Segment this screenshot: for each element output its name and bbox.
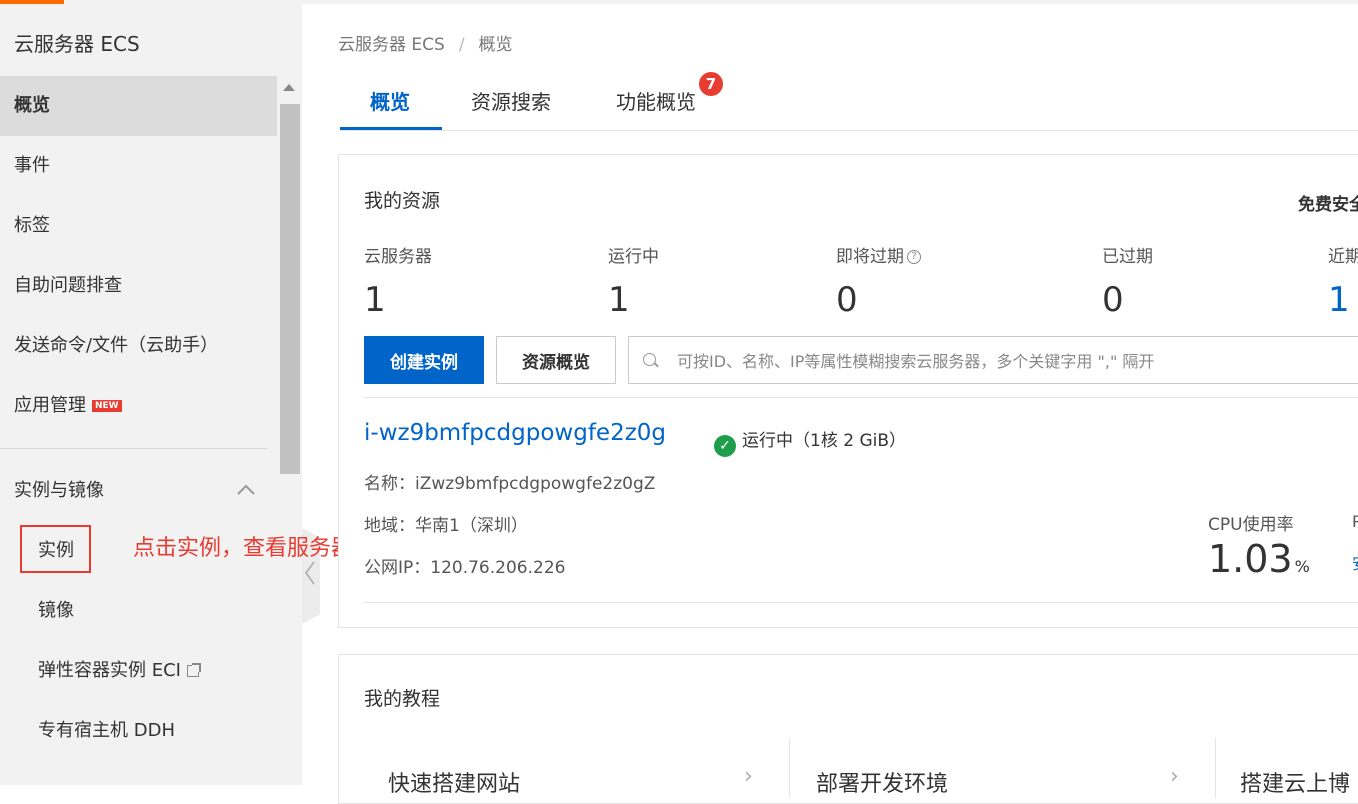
- resource-overview-button[interactable]: 资源概览: [496, 336, 616, 384]
- tutorial-dev-environment[interactable]: 部署开发环境: [816, 766, 948, 798]
- cpu-usage-label: CPU使用率: [1208, 515, 1294, 535]
- instance-status-text: 运行中（1核 2 GiB）: [742, 431, 906, 451]
- instance-public-ip: 公网IP：120.76.206.226: [364, 558, 566, 578]
- sidebar-item-label: 镜像: [38, 600, 74, 621]
- stat-label-expired: 已过期: [1102, 247, 1153, 267]
- stat-value-running[interactable]: 1: [608, 280, 630, 320]
- stat-value-expiring[interactable]: 0: [836, 280, 858, 320]
- tutorial-cloud-blog[interactable]: 搭建云上博: [1240, 766, 1350, 798]
- create-instance-button[interactable]: 创建实例: [364, 336, 484, 384]
- sidebar-item-label: 弹性容器实例 ECI: [38, 660, 181, 681]
- sidebar-item-app-management[interactable]: 应用管理 NEW: [0, 376, 277, 436]
- sidebar-item-images[interactable]: 镜像: [0, 581, 277, 641]
- instance-region: 地域：华南1（深圳）: [364, 516, 528, 536]
- sidebar-item-overview[interactable]: 概览: [0, 76, 277, 136]
- instance-status: ✓ 运行中（1核 2 GiB）: [714, 426, 906, 457]
- cpu-usage-number: 1.03: [1208, 537, 1293, 581]
- sidebar-item-label: 应用管理: [14, 395, 86, 416]
- stat-value-servers[interactable]: 1: [364, 280, 386, 320]
- instance-highlight-box: [20, 525, 91, 573]
- sidebar-item-tags[interactable]: 标签: [0, 196, 277, 256]
- search-icon: [643, 353, 656, 366]
- sidebar-scroll-thumb[interactable]: [280, 104, 300, 474]
- breadcrumb-current: 概览: [478, 35, 513, 55]
- sidebar-item-ddh[interactable]: 专有宿主机 DDH: [0, 701, 277, 761]
- stat-label-servers: 云服务器: [364, 247, 432, 267]
- stat-label-running: 运行中: [608, 247, 659, 267]
- breadcrumb-separator: /: [458, 35, 465, 55]
- tutorials-title: 我的教程: [364, 688, 441, 710]
- sidebar: 云服务器 ECS 概览 事件 标签 自助问题排查 发送命令/文件（云助手） 应用…: [0, 4, 302, 785]
- cpu-usage-unit: %: [1294, 557, 1310, 576]
- sidebar-section-label: 实例与镜像: [14, 480, 104, 501]
- sidebar-item-label: 标签: [14, 215, 50, 236]
- stat-value-recent[interactable]: 1: [1328, 280, 1350, 320]
- active-tab-indicator: [340, 127, 442, 130]
- tutorial-quick-website[interactable]: 快速搭建网站: [388, 766, 520, 798]
- sidebar-item-events[interactable]: 事件: [0, 136, 277, 196]
- instance-id-link[interactable]: i-wz9bmfpcdgpowgfe2z0g: [364, 420, 666, 446]
- cpu-usage-value: 1.03%: [1208, 537, 1310, 581]
- stat-label-recent: 近期: [1328, 247, 1358, 267]
- chevron-left-icon[interactable]: [304, 560, 316, 591]
- divider: [364, 602, 1358, 603]
- help-icon[interactable]: ?: [907, 250, 921, 264]
- breadcrumb-root[interactable]: 云服务器 ECS: [338, 35, 445, 55]
- sidebar-title: 云服务器 ECS: [14, 32, 140, 56]
- free-security-link[interactable]: 免费安全: [1298, 190, 1358, 215]
- sidebar-item-troubleshoot[interactable]: 自助问题排查: [0, 256, 277, 316]
- resources-title: 我的资源: [364, 190, 441, 212]
- chevron-right-icon: ›: [1170, 764, 1179, 789]
- stat-label-expiring-text: 即将过期: [836, 247, 904, 267]
- breadcrumb: 云服务器 ECS / 概览: [338, 30, 513, 55]
- tutorial-divider: [1215, 738, 1216, 798]
- stat-label-expiring: 即将过期?: [836, 242, 921, 267]
- instance-search-box[interactable]: [628, 336, 1358, 385]
- instance-search-input[interactable]: [675, 337, 1358, 385]
- sidebar-divider: [0, 448, 267, 449]
- tutorial-divider: [789, 738, 790, 798]
- new-badge: NEW: [92, 400, 122, 412]
- stat-value-expired[interactable]: 0: [1102, 280, 1124, 320]
- tab-feature-overview[interactable]: 功能概览: [616, 86, 696, 115]
- sidebar-item-label: 事件: [14, 155, 50, 176]
- tab-resource-search[interactable]: 资源搜索: [471, 86, 551, 115]
- truncated-label: P: [1352, 512, 1358, 531]
- instance-name: 名称：iZwz9bmfpcdgpowgfe2z0gZ: [364, 474, 656, 494]
- sidebar-item-eci[interactable]: 弹性容器实例 ECI: [0, 641, 277, 701]
- sidebar-item-label: 概览: [14, 95, 50, 116]
- tab-overview[interactable]: 概览: [370, 86, 410, 115]
- sidebar-item-label: 自助问题排查: [14, 275, 122, 296]
- sidebar-item-label: 发送命令/文件（云助手）: [14, 335, 219, 356]
- tab-bar: 概览 资源搜索 功能概览: [340, 72, 1358, 131]
- truncated-link[interactable]: 安: [1352, 550, 1358, 574]
- external-link-icon: [186, 663, 201, 677]
- chevron-right-icon: ›: [744, 764, 753, 789]
- sidebar-item-label: 专有宿主机 DDH: [38, 720, 175, 741]
- divider: [364, 397, 1358, 398]
- sidebar-item-send-command[interactable]: 发送命令/文件（云助手）: [0, 316, 277, 376]
- notification-badge: 7: [699, 72, 723, 96]
- check-circle-icon: ✓: [714, 435, 736, 457]
- scroll-up-arrow-icon[interactable]: [283, 84, 295, 91]
- chevron-up-icon[interactable]: [236, 484, 256, 500]
